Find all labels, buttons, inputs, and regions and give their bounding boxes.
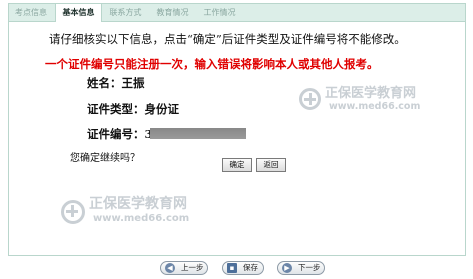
arrow-right-icon: ▶: [282, 263, 292, 273]
save-label: 保存: [243, 263, 258, 272]
tab-education[interactable]: 教育情况: [150, 4, 195, 21]
confirm-question: 您确定继续吗？: [70, 153, 140, 164]
tab-basic-info[interactable]: 基本信息: [55, 4, 102, 22]
watermark-bottom: 正保医学教育网 www.med66.com: [61, 193, 226, 235]
watermark-logo-icon: [299, 88, 321, 110]
id-type-field: 证件类型：身份证: [87, 102, 179, 116]
back-button[interactable]: 返回: [256, 158, 286, 172]
bottom-nav: ◀ 上一步 ▪ 保存 ▶ 下一步: [0, 258, 473, 279]
form-frame: 考点信息 基本信息 联系方式 教育情况 工作情况 请仔细核实以下信息，点击“确定…: [8, 3, 466, 256]
save-icon: ▪: [227, 263, 237, 273]
tab-bar: 考点信息 基本信息 联系方式 教育情况 工作情况: [9, 4, 465, 22]
tab-contact[interactable]: 联系方式: [103, 4, 148, 21]
arrow-left-icon: ◀: [165, 263, 175, 273]
tab-work[interactable]: 工作情况: [197, 4, 242, 21]
watermark-url: www.med66.com: [93, 213, 190, 224]
intro-text: 请仔细核实以下信息，点击“确定”后证件类型及证件编号将不能修改。: [49, 32, 406, 46]
watermark-brand: 正保医学教育网: [89, 196, 187, 212]
id-number-field: 证件编号：3: [87, 127, 153, 141]
prev-step-button[interactable]: ◀ 上一步: [160, 261, 208, 275]
name-field: 姓名：王振: [87, 76, 145, 90]
watermark-logo-icon: [61, 200, 85, 224]
next-step-label: 下一步: [298, 263, 321, 272]
save-button[interactable]: ▪ 保存: [222, 261, 264, 275]
prev-step-label: 上一步: [181, 263, 204, 272]
tab-exam-site[interactable]: 考点信息: [9, 4, 53, 21]
watermark-brand: 正保医学教育网: [325, 86, 417, 101]
next-step-button[interactable]: ▶ 下一步: [277, 261, 325, 275]
confirm-button[interactable]: 确定: [222, 158, 252, 172]
watermark-url: www.med66.com: [329, 101, 421, 112]
watermark-top: 正保医学教育网 www.med66.com: [299, 82, 449, 122]
warning-text: 一个证件编号只能注册一次，输入错误将影响本人或其他人报考。: [45, 57, 379, 71]
id-number-masked: [150, 128, 246, 139]
